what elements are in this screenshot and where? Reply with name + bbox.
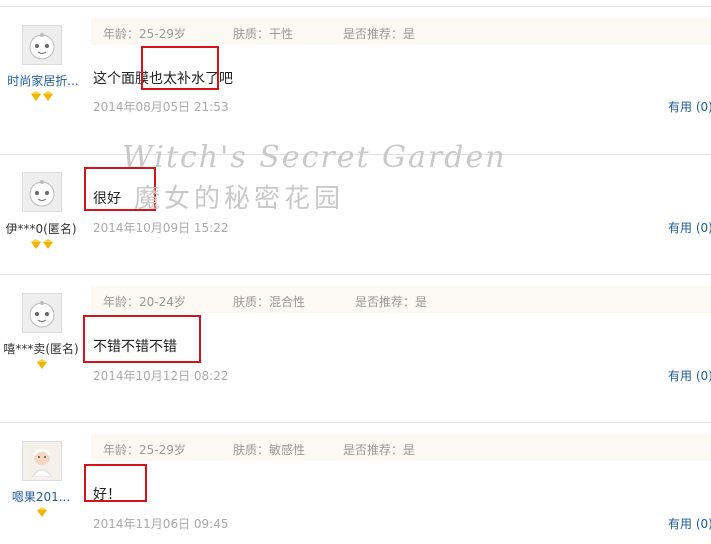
top-divider [0, 6, 711, 7]
medal-badges [0, 506, 84, 517]
age-info: 年龄：20-24岁 [103, 295, 186, 309]
cartoon-face-icon [29, 180, 55, 207]
diamond-icon [43, 91, 53, 101]
review-divider [0, 154, 711, 155]
highlight-box [83, 315, 201, 363]
skin-type-info: 肤质：干性 [233, 27, 294, 41]
useful-button[interactable]: 有用 (0) [668, 98, 711, 115]
avatar[interactable] [22, 441, 62, 481]
review-date: 2014年10月12日 08:22 [93, 369, 229, 383]
review-info-bar: 年龄：25-29岁 肤质：敏感性 是否推荐：是 [91, 434, 711, 461]
avatar[interactable] [22, 172, 62, 212]
skin-type-info: 肤质：敏感性 [233, 443, 306, 457]
highlight-box [84, 167, 156, 211]
username: 伊***0(匿名) [5, 222, 77, 236]
watermark-text-cn: 魔女的秘密花园 [134, 184, 345, 214]
watermark-text: Witch's Secret Garden [122, 140, 507, 175]
review-info-bar: 年龄：25-29岁 肤质：干性 是否推荐：是 [91, 18, 711, 45]
age-info: 年龄：25-29岁 [103, 443, 186, 457]
username-link[interactable]: 嗯果201... [0, 488, 82, 505]
diamond-icon [37, 507, 47, 517]
recommend-info: 是否推荐：是 [343, 443, 416, 457]
review-date: 2014年08月05日 21:53 [93, 100, 229, 114]
medal-badges [0, 358, 84, 369]
review-divider [0, 422, 711, 423]
diamond-icon [43, 239, 53, 249]
recommend-info: 是否推荐：是 [343, 27, 416, 41]
username: 嘻***卖(匿名) [3, 342, 79, 356]
age-info: 年龄：25-29岁 [103, 27, 186, 41]
useful-button[interactable]: 有用 (0) [668, 367, 711, 384]
diamond-icon [37, 359, 47, 369]
useful-button[interactable]: 有用 (0) [668, 515, 711, 532]
cartoon-face-icon [29, 301, 55, 328]
review-date: 2014年11月06日 09:45 [93, 517, 229, 531]
highlight-box [84, 464, 147, 502]
diamond-icon [31, 239, 41, 249]
useful-button[interactable]: 有用 (0) [668, 219, 711, 236]
avatar[interactable] [22, 25, 62, 65]
review-date: 2014年10月09日 15:22 [93, 221, 229, 235]
highlight-box [141, 46, 219, 90]
skin-type-info: 肤质：混合性 [233, 295, 306, 309]
diamond-icon [31, 91, 41, 101]
medal-badges [0, 90, 84, 101]
review-info-bar: 年龄：20-24岁 肤质：混合性 是否推荐：是 [91, 286, 711, 313]
medal-badges [0, 238, 84, 249]
username-link[interactable]: 时尚家居折... [2, 72, 84, 89]
recommend-info: 是否推荐：是 [355, 295, 428, 309]
avatar[interactable] [22, 293, 62, 333]
cartoon-face-icon [29, 33, 55, 60]
watermark: Witch's Secret Garden 魔女的秘密花园 [122, 140, 507, 214]
review-divider [0, 274, 711, 275]
baby-photo-avatar [26, 445, 58, 477]
